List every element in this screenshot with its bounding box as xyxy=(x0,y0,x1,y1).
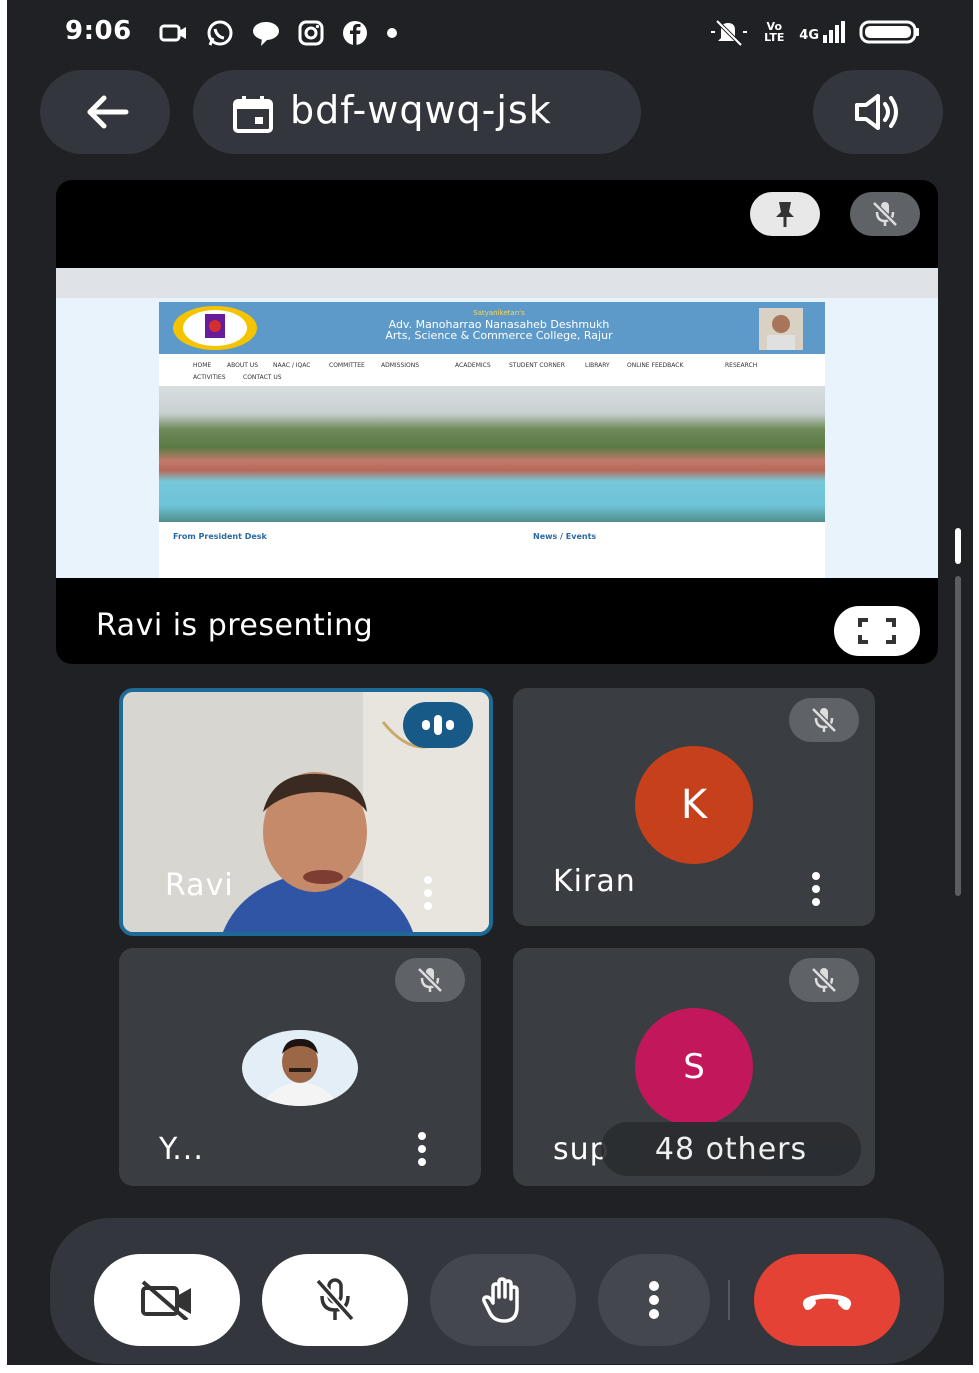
arrow-left-icon xyxy=(87,95,129,129)
call-controls xyxy=(50,1218,944,1364)
fullscreen-button[interactable] xyxy=(834,606,920,656)
whatsapp-icon xyxy=(207,20,233,46)
more-vertical-icon xyxy=(649,1281,659,1319)
participant-menu-button[interactable] xyxy=(417,1132,427,1171)
volte-icon: Vo LTE xyxy=(764,20,785,44)
college-website: Satyaniketan's Adv. Manoharrao Nanasaheb… xyxy=(159,302,825,578)
end-call-button[interactable] xyxy=(754,1254,900,1346)
fullscreen-icon xyxy=(858,618,896,644)
participant-name: Kiran xyxy=(553,864,636,899)
news-events-heading: News / Events xyxy=(533,532,597,541)
participant-tile-kiran[interactable]: K Kiran xyxy=(513,688,875,926)
audio-wave-icon xyxy=(422,715,454,735)
back-button[interactable] xyxy=(40,70,170,154)
website-title: Satyaniketan's Adv. Manoharrao Nanasaheb… xyxy=(385,309,613,342)
pin-button[interactable] xyxy=(750,192,820,236)
status-bar: 9:06 Vo LTE 4G xyxy=(7,0,973,64)
participant-tile-ravi[interactable]: Ravi xyxy=(119,688,493,936)
participant-menu-button[interactable] xyxy=(423,876,433,915)
instagram-icon xyxy=(298,20,324,46)
camera-off-icon xyxy=(141,1280,191,1320)
mic-muted-badge xyxy=(789,698,859,742)
mic-off-icon xyxy=(811,967,837,993)
campus-photo xyxy=(159,386,825,522)
raise-hand-button[interactable] xyxy=(430,1254,576,1346)
mic-off-icon xyxy=(872,201,898,227)
calendar-icon xyxy=(233,96,273,133)
mic-off-icon xyxy=(811,707,837,733)
notification-icons xyxy=(159,18,399,48)
chat-bubble-icon xyxy=(253,22,279,46)
participant-avatar: S xyxy=(635,1008,753,1126)
presenting-caption: Ravi is presenting xyxy=(96,608,374,643)
speaking-indicator xyxy=(403,702,473,748)
facebook-icon xyxy=(343,21,367,45)
camera-toggle-button[interactable] xyxy=(94,1254,240,1346)
mute-icon xyxy=(711,19,748,46)
raise-hand-icon xyxy=(482,1277,519,1323)
participant-menu-button[interactable] xyxy=(811,872,821,911)
browser-toolbar xyxy=(56,268,938,298)
hang-up-icon xyxy=(802,1294,852,1310)
others-count-button[interactable]: 48 others xyxy=(601,1122,861,1176)
president-desk-heading: From President Desk xyxy=(173,532,267,541)
website-header: Satyaniketan's Adv. Manoharrao Nanasaheb… xyxy=(159,302,825,354)
system-icons: Vo LTE 4G xyxy=(709,18,921,46)
participant-tile-y[interactable]: Y... xyxy=(119,948,481,1186)
dot-icon xyxy=(387,28,397,38)
president-photo xyxy=(759,308,803,350)
meet-screen: 9:06 Vo LTE 4G bdf-wqwq-jsk Satyaniketan… xyxy=(7,0,973,1365)
pin-icon xyxy=(776,202,794,227)
presenter-mic-muted-badge xyxy=(850,192,920,236)
participant-photo-avatar xyxy=(242,1030,358,1106)
college-logo xyxy=(173,306,257,350)
participant-tile-sup[interactable]: S sup 48 others xyxy=(513,948,875,1186)
mic-muted-badge xyxy=(789,958,859,1002)
video-icon xyxy=(159,24,186,42)
mic-off-icon xyxy=(417,967,443,993)
meeting-info-button[interactable]: bdf-wqwq-jsk xyxy=(193,70,641,154)
speaker-icon xyxy=(855,94,898,130)
tile-scroll-indicator[interactable] xyxy=(953,520,963,900)
battery-icon xyxy=(859,20,919,44)
shared-screen: Satyaniketan's Adv. Manoharrao Nanasaheb… xyxy=(56,268,938,578)
controls-divider xyxy=(728,1280,730,1320)
participant-name: Y... xyxy=(159,1132,204,1167)
4g-signal-icon: 4G xyxy=(799,21,845,43)
mic-muted-badge xyxy=(395,958,465,1002)
presentation-tile[interactable]: Satyaniketan's Adv. Manoharrao Nanasaheb… xyxy=(56,180,938,664)
participant-name: Ravi xyxy=(165,868,234,903)
audio-output-button[interactable] xyxy=(813,70,943,154)
participant-avatar: K xyxy=(635,746,753,864)
website-nav: HOME ABOUT US NAAC / IQAC COMMITTEE ADMI… xyxy=(159,354,825,386)
mic-off-icon xyxy=(315,1278,355,1322)
status-time: 9:06 xyxy=(65,16,132,46)
microphone-toggle-button[interactable] xyxy=(262,1254,408,1346)
more-options-button[interactable] xyxy=(598,1254,710,1346)
meeting-code: bdf-wqwq-jsk xyxy=(290,88,552,132)
